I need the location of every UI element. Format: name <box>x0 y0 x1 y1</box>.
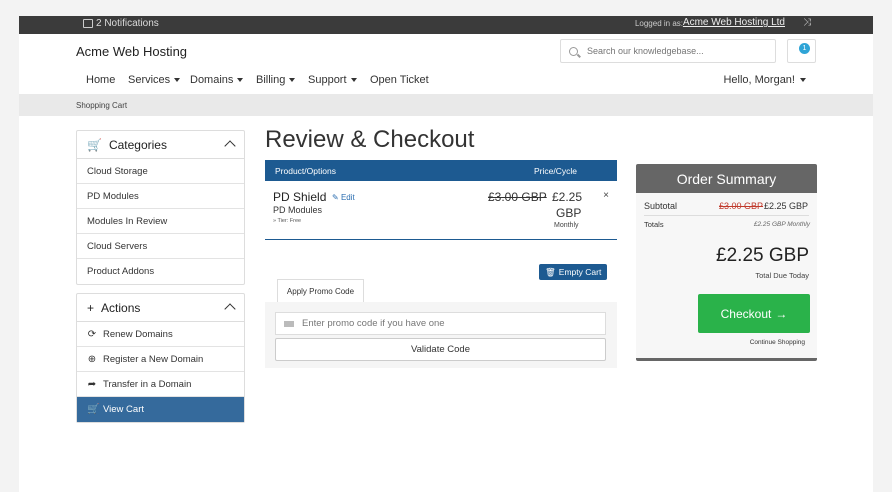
user-greeting: Hello, Morgan! <box>723 74 795 86</box>
actions-title: Actions <box>101 300 141 315</box>
caret-down-icon <box>174 78 181 82</box>
refresh-icon: ⟳ <box>87 328 97 340</box>
cart-icon: 🛒 <box>87 137 102 152</box>
validate-code-button[interactable]: Validate Code <box>275 338 606 361</box>
sidebar-item-register-domain[interactable]: ⊕ Register a New Domain <box>77 347 244 372</box>
sidebar-item-renew-domains[interactable]: ⟳ Renew Domains <box>77 322 244 347</box>
promo-placeholder: Enter promo code if you have one <box>302 318 445 329</box>
nav-services[interactable]: Services <box>128 74 181 86</box>
divider <box>644 215 809 216</box>
caret-down-icon <box>237 78 244 82</box>
actions-panel: + Actions ⟳ Renew Domains ⊕ Register a New… <box>76 293 245 423</box>
sidebar-item-pd-modules[interactable]: PD Modules <box>77 184 244 209</box>
subtotal-label: Subtotal <box>644 201 678 211</box>
globe-icon: ⊕ <box>87 353 97 365</box>
subtotal-discounted: £2.25 GBP <box>764 201 809 211</box>
chevron-up-icon[interactable] <box>224 140 236 152</box>
account-link[interactable]: Acme Web Hosting Ltd <box>683 17 785 28</box>
promo-section: Apply Promo Code Enter promo code if you… <box>265 16 617 492</box>
chevron-up-icon[interactable] <box>224 303 236 315</box>
user-menu[interactable]: Hello, Morgan! <box>723 74 806 86</box>
categories-panel: 🛒 Categories Cloud Storage PD Modules Mo… <box>76 130 245 285</box>
categories-panel-header[interactable]: 🛒 Categories <box>77 131 244 159</box>
flag-icon <box>83 19 93 28</box>
sidebar-item-label: Modules In Review <box>87 215 168 227</box>
caret-down-icon <box>800 78 806 82</box>
nav-domains-label: Domains <box>190 74 234 86</box>
cart-button[interactable]: 1 <box>787 39 816 63</box>
notifications-label: 2 Notifications <box>96 18 159 29</box>
nav-services-label: Services <box>128 74 171 86</box>
breadcrumb-current: Shopping Cart <box>76 101 128 110</box>
ticket-icon <box>284 320 294 327</box>
brand-logo[interactable]: Acme Web Hosting <box>76 44 187 59</box>
order-summary-title: Order Summary <box>636 164 817 193</box>
arrow-right-icon: → <box>775 306 788 321</box>
totals-value: £2.25 GBP Monthly <box>753 221 810 228</box>
sidebar-item-modules-in-review[interactable]: Modules In Review <box>77 209 244 234</box>
tab-apply-promo-code[interactable]: Apply Promo Code <box>277 279 364 302</box>
sidebar-item-view-cart[interactable]: 🛒 View Cart <box>77 397 244 422</box>
promo-code-input[interactable]: Enter promo code if you have one <box>275 312 606 335</box>
continue-shopping-link[interactable]: Continue Shopping <box>750 339 805 346</box>
logged-in-label: Logged in as: <box>634 19 683 28</box>
share-icon: ➦ <box>87 378 97 390</box>
sidebar-item-label: Cloud Servers <box>87 240 148 252</box>
categories-title: Categories <box>108 137 167 152</box>
total-due-label: Total Due Today <box>755 271 809 280</box>
sidebar: 🛒 Categories Cloud Storage PD Modules Mo… <box>76 130 245 431</box>
actions-panel-header[interactable]: + Actions <box>77 294 244 322</box>
page: 2 Notifications Logged in as: Acme Web H… <box>19 16 873 492</box>
checkout-button[interactable]: Checkout → <box>698 294 810 333</box>
sidebar-item-label: View Cart <box>103 404 145 415</box>
sidebar-item-cloud-servers[interactable]: Cloud Servers <box>77 234 244 259</box>
sidebar-item-product-addons[interactable]: Product Addons <box>77 259 244 284</box>
totals-label: Totals <box>644 220 664 229</box>
sidebar-item-label: Cloud Storage <box>87 165 148 177</box>
switch-account-icon[interactable]: ⤨ <box>803 17 811 28</box>
cart-icon: 🛒 <box>87 404 100 415</box>
nav-home-label: Home <box>86 74 116 86</box>
notifications-link[interactable]: 2 Notifications <box>83 18 159 29</box>
cart-count-badge: 1 <box>799 43 810 54</box>
nav-domains[interactable]: Domains <box>190 74 244 86</box>
subtotal-original: £3.00 GBP <box>719 201 764 211</box>
sidebar-item-label: PD Modules <box>87 190 139 202</box>
sidebar-item-transfer-domain[interactable]: ➦ Transfer in a Domain <box>77 372 244 397</box>
sidebar-item-label: Transfer in a Domain <box>103 378 192 390</box>
sidebar-item-label: Register a New Domain <box>103 353 204 365</box>
sidebar-item-label: Renew Domains <box>103 328 173 340</box>
total-due-amount: £2.25 GBP <box>716 245 809 266</box>
plus-icon: + <box>87 300 95 315</box>
nav-home[interactable]: Home <box>86 74 115 86</box>
promo-panel: Enter promo code if you have one Validat… <box>265 302 617 368</box>
sidebar-item-label: Product Addons <box>87 266 155 277</box>
sidebar-item-cloud-storage[interactable]: Cloud Storage <box>77 159 244 184</box>
order-summary: Order Summary Subtotal £3.00 GBP £2.25 G… <box>636 164 817 361</box>
checkout-label: Checkout <box>720 306 772 321</box>
